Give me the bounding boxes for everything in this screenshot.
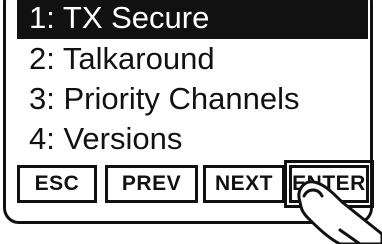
menu-list: 1: TX Secure 2: Talkaround 3: Priority C… — [17, 0, 368, 159]
menu-item-label: 3: Priority Channels — [29, 81, 300, 116]
menu-item-label: 4: Versions — [29, 121, 183, 156]
menu-item-label: 1: TX Secure — [29, 0, 210, 35]
menu-item-tx-secure[interactable]: 1: TX Secure — [17, 0, 368, 39]
menu-item-talkaround[interactable]: 2: Talkaround — [17, 39, 368, 79]
menu-item-versions[interactable]: 4: Versions — [17, 119, 368, 159]
menu-item-priority-channels[interactable]: 3: Priority Channels — [17, 79, 368, 119]
prev-button[interactable]: PREV — [105, 165, 198, 203]
finger-press-icon — [297, 180, 382, 244]
esc-button[interactable]: ESC — [17, 165, 97, 203]
menu-item-label: 2: Talkaround — [29, 41, 215, 76]
next-button[interactable]: NEXT — [203, 165, 285, 203]
